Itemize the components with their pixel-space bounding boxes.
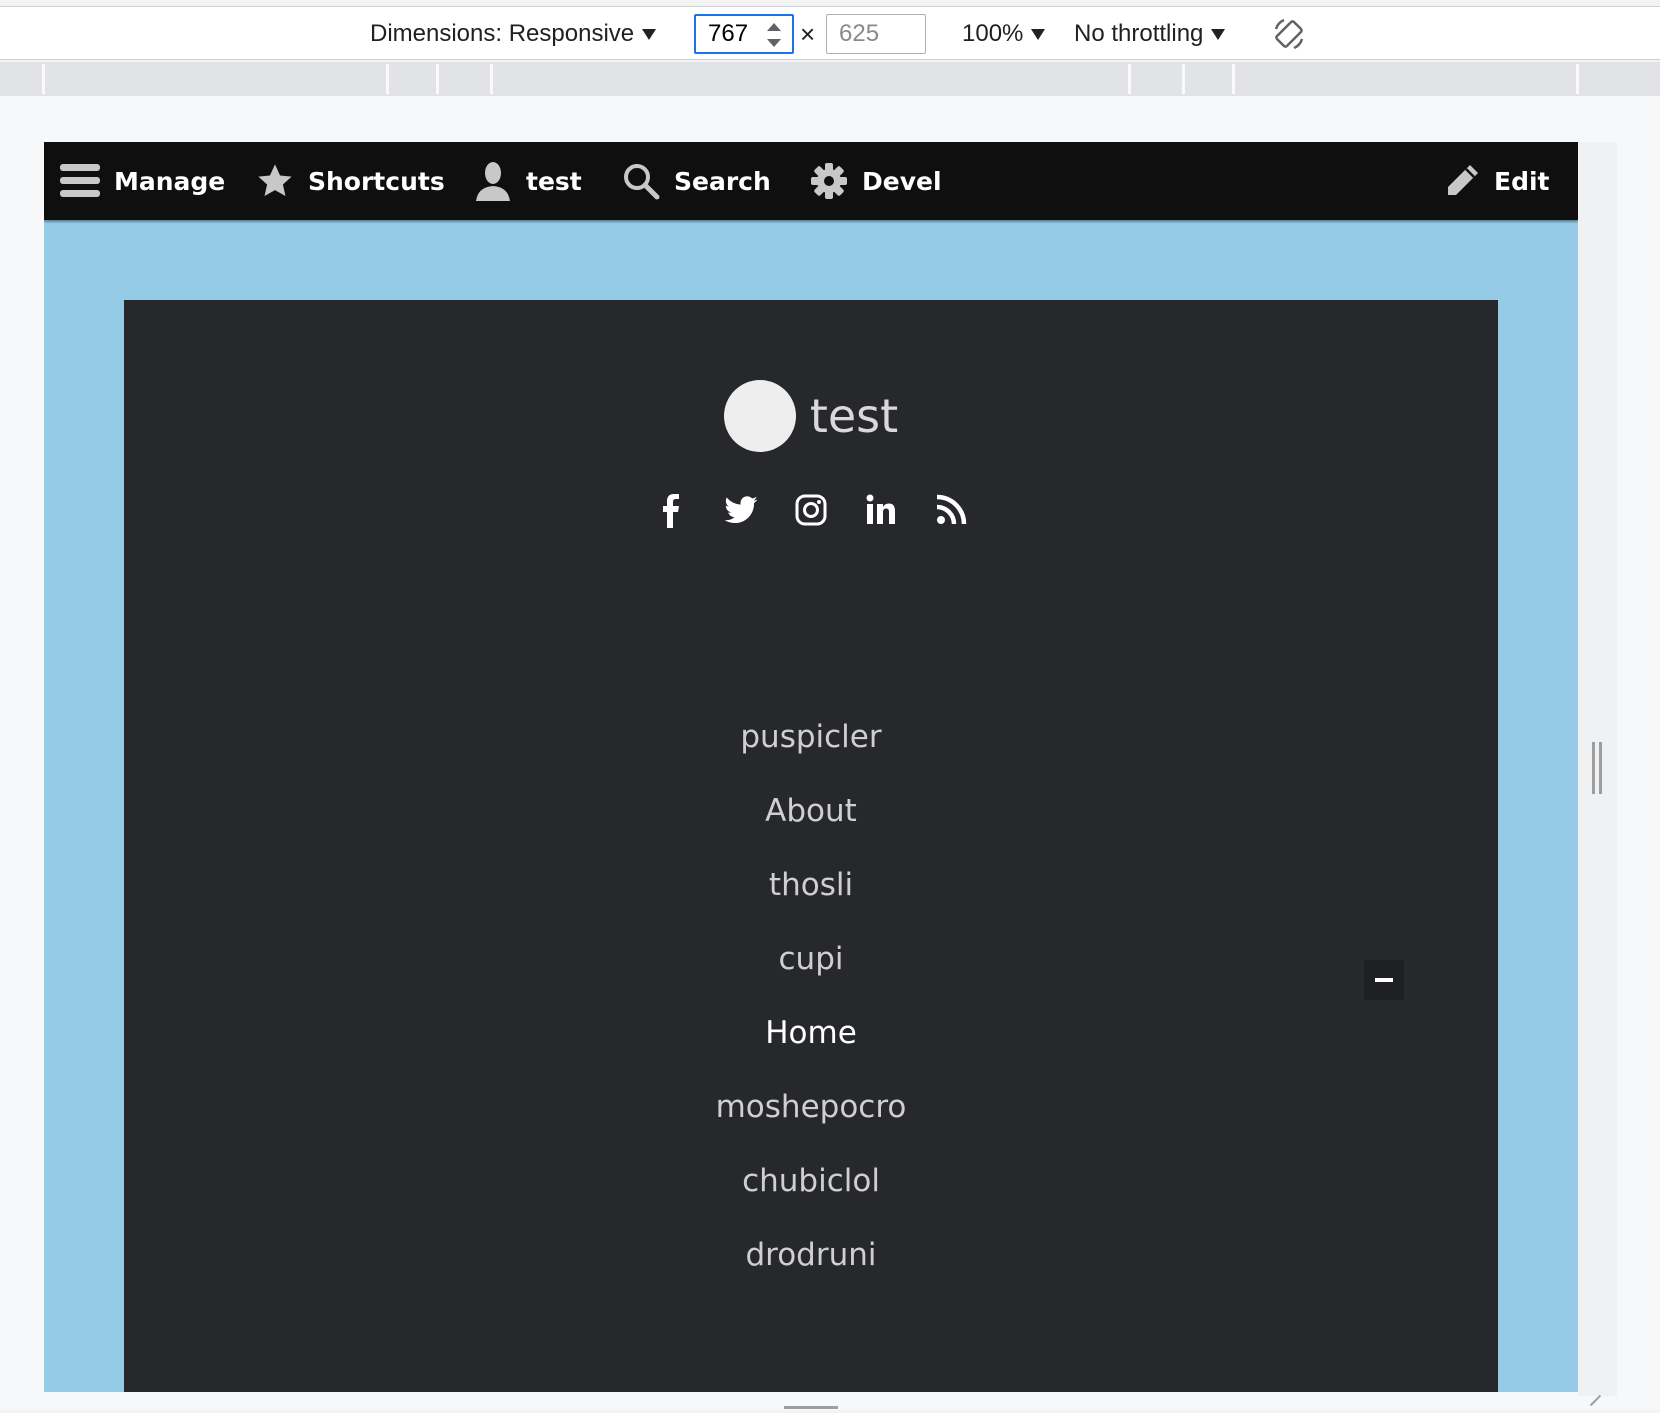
toolbar-item-search[interactable]: Search — [622, 142, 771, 220]
menu-item[interactable]: About — [124, 774, 1498, 848]
throttling-label: No throttling — [1074, 20, 1204, 47]
caret-down-icon — [1031, 28, 1046, 40]
times-sign: × — [800, 18, 816, 49]
zoom-label: 100% — [962, 20, 1024, 47]
height-input[interactable]: 625 — [826, 14, 926, 54]
media-query-bar[interactable] — [0, 62, 1660, 96]
menu-item[interactable]: chubiclol — [124, 1144, 1498, 1218]
rotate-icon — [1274, 18, 1304, 50]
toolbar-label: Shortcuts — [308, 166, 445, 196]
toolbar-item-manage[interactable]: Manage — [60, 142, 225, 220]
star-icon — [258, 164, 292, 197]
menu-item[interactable]: moshepocro — [124, 1070, 1498, 1144]
device-toolbar: Dimensions: Responsive 767 × 625 100% No… — [0, 6, 1660, 60]
minus-icon — [1375, 978, 1393, 982]
rotate-button[interactable] — [1270, 7, 1308, 61]
ruler-tick — [42, 64, 45, 94]
user-icon — [476, 162, 510, 201]
toolbar-label: Edit — [1494, 166, 1550, 196]
toolbar-item-devel[interactable]: Devel — [810, 142, 942, 220]
rss-icon[interactable] — [933, 492, 969, 528]
toolbar-item-user[interactable]: test — [474, 142, 582, 220]
site-name[interactable]: test — [810, 389, 898, 443]
instagram-icon[interactable] — [793, 492, 829, 528]
toolbar-label: Manage — [114, 166, 226, 196]
width-input[interactable]: 767 — [694, 14, 794, 54]
admin-toolbar: Manage Shortcuts test Search Devel Edit — [44, 142, 1578, 220]
twitter-icon[interactable] — [723, 492, 759, 528]
site-logo[interactable] — [723, 380, 796, 452]
zoom-dropdown[interactable]: 100% — [962, 7, 1046, 61]
toolbar-label: Devel — [862, 166, 942, 196]
menu-item-active[interactable]: Home — [124, 996, 1498, 1070]
gear-icon — [811, 163, 847, 199]
toolbar-label: test — [526, 166, 582, 196]
hamburger-icon — [60, 164, 100, 197]
toolbar-item-shortcuts[interactable]: Shortcuts — [256, 142, 445, 220]
pencil-icon — [1448, 165, 1478, 195]
right-resize-handle[interactable] — [1592, 742, 1602, 794]
ruler-tick — [386, 64, 389, 94]
ruler-tick — [436, 64, 439, 94]
throttling-dropdown[interactable]: No throttling — [1074, 7, 1226, 61]
menu-collapse-button[interactable] — [1364, 960, 1404, 1000]
main-menu: puspicler About thosli cupi Home moshepo… — [124, 700, 1498, 1292]
social-links — [124, 492, 1498, 528]
dimensions-dropdown[interactable]: Dimensions: Responsive — [370, 7, 657, 61]
ruler-tick — [1128, 64, 1131, 94]
menu-item[interactable]: puspicler — [124, 700, 1498, 774]
site-branding[interactable]: test — [124, 380, 1498, 452]
toolbar-label: Search — [674, 166, 771, 196]
facebook-icon[interactable] — [653, 492, 689, 528]
height-placeholder: 625 — [839, 20, 880, 47]
ruler-tick — [1576, 64, 1579, 94]
caret-down-icon — [1211, 28, 1226, 40]
menu-item[interactable]: drodruni — [124, 1218, 1498, 1292]
ruler-tick — [1232, 64, 1235, 94]
search-icon — [624, 164, 660, 200]
ruler-tick — [490, 64, 493, 94]
spinner-icon[interactable] — [766, 23, 782, 47]
menu-item[interactable]: thosli — [124, 848, 1498, 922]
menu-item[interactable]: cupi — [124, 922, 1498, 996]
caret-down-icon — [642, 28, 657, 40]
ruler-tick — [1182, 64, 1185, 94]
linkedin-icon[interactable] — [863, 492, 899, 528]
bottom-resize-handle[interactable] — [784, 1406, 838, 1409]
site-header-panel: test puspicler About thosli cupi Home mo… — [124, 300, 1498, 1392]
dimensions-label: Dimensions: Responsive — [370, 20, 635, 47]
toolbar-item-edit[interactable]: Edit — [1444, 142, 1550, 220]
width-value: 767 — [708, 20, 749, 47]
emulated-viewport: Manage Shortcuts test Search Devel Edit … — [44, 142, 1578, 1392]
